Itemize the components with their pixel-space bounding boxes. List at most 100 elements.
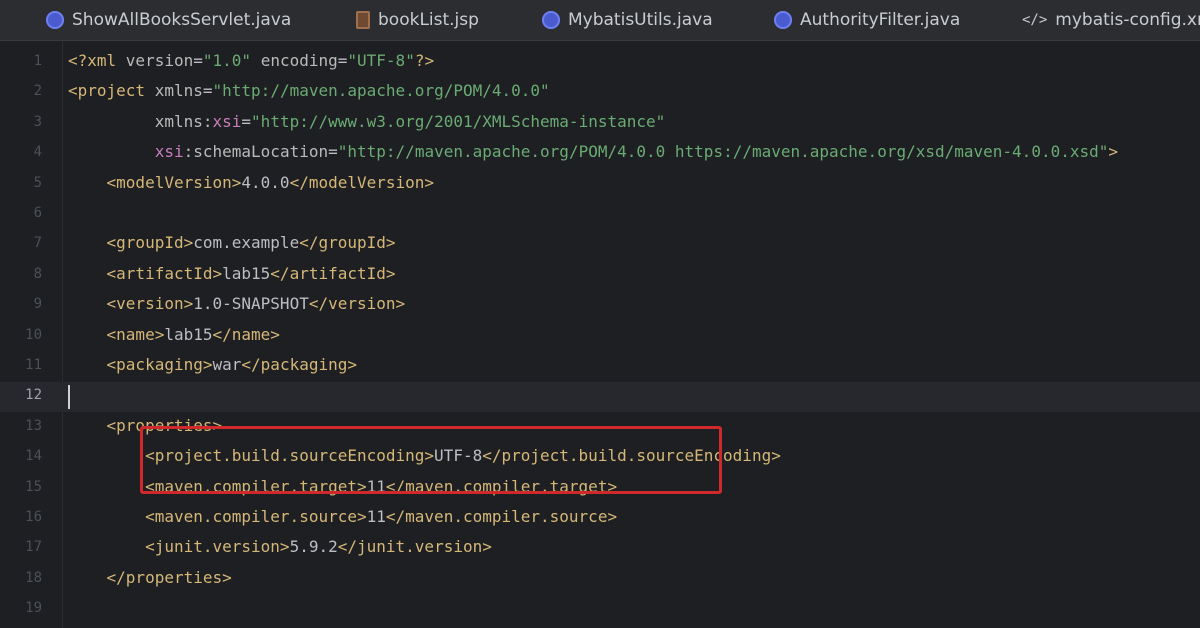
code-line[interactable]: 5 <modelVersion>4.0.0</modelVersion> bbox=[0, 168, 1200, 198]
code-line[interactable]: 18 </properties> bbox=[0, 563, 1200, 593]
code-line[interactable]: 17 <junit.version>5.9.2</junit.version> bbox=[0, 532, 1200, 562]
tab-booklist-jsp[interactable]: bookList.jsp bbox=[356, 0, 479, 40]
code-token: </junit.version> bbox=[337, 537, 492, 557]
code-token: <artifactId> bbox=[106, 263, 223, 283]
highlight-annotation-box bbox=[140, 426, 722, 494]
code-token: > bbox=[1108, 142, 1119, 162]
line-number: 7 bbox=[33, 235, 42, 252]
code-token: lab15 bbox=[164, 324, 213, 344]
jsp-file-icon bbox=[356, 11, 370, 29]
line-number: 9 bbox=[33, 296, 42, 313]
code-token: 11 bbox=[366, 507, 386, 526]
code-token: </properties> bbox=[106, 567, 232, 587]
line-number: 6 bbox=[33, 205, 42, 221]
code-token: </artifactId> bbox=[270, 263, 396, 283]
code-line[interactable]: 16 <maven.compiler.source>11</maven.comp… bbox=[0, 502, 1200, 532]
code-line[interactable]: 12 bbox=[0, 380, 1200, 410]
code-line[interactable]: 3 xmlns:xsi="http://www.w3.org/2001/XMLS… bbox=[0, 107, 1200, 137]
line-number: 10 bbox=[25, 326, 42, 343]
code-token: = bbox=[241, 111, 252, 131]
code-line[interactable]: 10 <name>lab15</name> bbox=[0, 320, 1200, 350]
line-number: 2 bbox=[33, 83, 42, 100]
code-token: version bbox=[125, 51, 194, 70]
code-token: xmlns bbox=[154, 81, 203, 101]
code-token: </maven.compiler.source> bbox=[385, 507, 618, 526]
tab-mybatisutils[interactable]: MybatisUtils.java bbox=[542, 0, 713, 40]
code-token: lab15 bbox=[222, 263, 271, 283]
code-line[interactable]: 2 <project xmlns="http://maven.apache.org… bbox=[0, 76, 1200, 106]
code-text: <junit.version>5.9.2</junit.version> bbox=[68, 532, 492, 562]
line-number: 1 bbox=[33, 53, 42, 69]
code-token: "http://maven.apache.org/POM/4.0.0" bbox=[212, 81, 550, 101]
code-line[interactable]: 9 <version>1.0-SNAPSHOT</version> bbox=[0, 289, 1200, 319]
code-token: <junit.version> bbox=[145, 537, 290, 557]
tab-label: mybatis-config.xml bbox=[1055, 10, 1200, 30]
java-class-icon bbox=[542, 11, 560, 29]
code-text: <maven.compiler.source>11</maven.compile… bbox=[68, 502, 617, 532]
code-token: com.example bbox=[193, 233, 300, 253]
tab-label: ShowAllBooksServlet.java bbox=[72, 10, 292, 30]
code-text: xmlns:xsi="http://www.w3.org/2001/XMLSch… bbox=[68, 107, 666, 137]
tab-label: bookList.jsp bbox=[378, 10, 479, 30]
code-token: 5.9.2 bbox=[289, 537, 338, 557]
code-token: "http://www.w3.org/2001/XMLSchema-instan… bbox=[251, 111, 666, 131]
code-token: <groupId> bbox=[106, 233, 194, 253]
code-text: xsi:schemaLocation="http://maven.apache.… bbox=[68, 137, 1118, 167]
line-number: 13 bbox=[25, 417, 42, 434]
line-number: 17 bbox=[25, 539, 42, 556]
code-token: xsi bbox=[154, 142, 184, 162]
code-token: "1.0" bbox=[202, 51, 252, 70]
code-line[interactable]: 4 xsi:schemaLocation="http://maven.apach… bbox=[0, 137, 1200, 167]
code-token: :schemaLocation bbox=[183, 142, 329, 162]
line-number: 18 bbox=[25, 569, 42, 586]
code-line[interactable]: 11 <packaging>war</packaging> bbox=[0, 350, 1200, 380]
line-number: 12 bbox=[25, 387, 42, 404]
xml-file-icon: </> bbox=[1022, 12, 1048, 28]
code-token: <modelVersion> bbox=[106, 172, 242, 192]
code-token: <version> bbox=[106, 294, 194, 314]
tab-authorityfilter[interactable]: AuthorityFilter.java bbox=[774, 0, 960, 40]
line-number: 19 bbox=[25, 600, 42, 617]
line-number: 16 bbox=[25, 509, 42, 525]
code-text: <project xmlns="http://maven.apache.org/… bbox=[68, 76, 550, 106]
code-line[interactable]: 6 bbox=[0, 198, 1200, 228]
code-token: <?xml bbox=[68, 51, 126, 70]
code-token: "http://maven.apache.org/POM/4.0.0 https… bbox=[337, 142, 1109, 162]
java-class-icon bbox=[774, 11, 792, 29]
code-line[interactable]: 1 <?xml version="1.0" encoding="UTF-8"?> bbox=[0, 46, 1200, 76]
code-editor[interactable]: 1 <?xml version="1.0" encoding="UTF-8"?> 2… bbox=[0, 41, 1200, 628]
code-token: = bbox=[337, 51, 348, 70]
ide-window: ShowAllBooksServlet.java bookList.jsp My… bbox=[0, 0, 1200, 628]
line-number: 14 bbox=[25, 448, 42, 465]
tab-mybatis-config[interactable]: </> mybatis-config.xml bbox=[1022, 0, 1200, 40]
code-token: 1.0-SNAPSHOT bbox=[193, 294, 309, 314]
code-text: <groupId>com.example</groupId> bbox=[68, 228, 396, 258]
line-number: 8 bbox=[33, 265, 42, 282]
tab-label: MybatisUtils.java bbox=[568, 10, 713, 30]
code-token: <packaging> bbox=[106, 355, 213, 374]
code-token: <project bbox=[68, 81, 155, 101]
code-text: <packaging>war</packaging> bbox=[68, 350, 357, 380]
code-text: <modelVersion>4.0.0</modelVersion> bbox=[68, 168, 435, 198]
code-token: = bbox=[193, 51, 203, 70]
code-line[interactable]: 19 bbox=[0, 593, 1200, 623]
code-text: </properties> bbox=[68, 563, 232, 593]
tab-showallbooksservlet[interactable]: ShowAllBooksServlet.java bbox=[46, 0, 291, 40]
code-text: <?xml version="1.0" encoding="UTF-8"?> bbox=[68, 46, 434, 76]
code-line[interactable]: 7 <groupId>com.example</groupId> bbox=[0, 228, 1200, 258]
code-line[interactable]: 8 <artifactId>lab15</artifactId> bbox=[0, 259, 1200, 289]
code-token: "UTF-8" bbox=[347, 51, 415, 70]
